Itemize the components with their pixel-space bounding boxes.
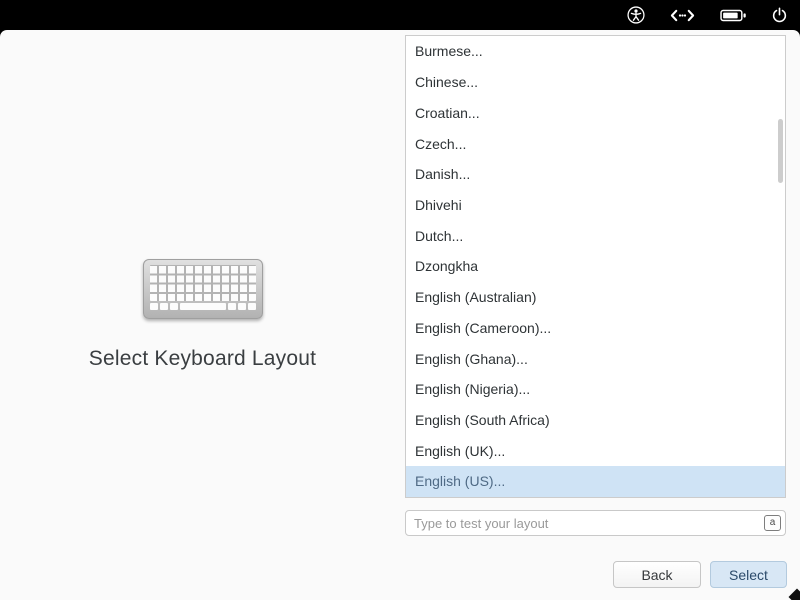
select-button[interactable]: Select bbox=[710, 561, 787, 588]
layout-list-item[interactable]: Dzongkha bbox=[406, 251, 785, 282]
keyboard-icon-keys bbox=[150, 265, 256, 301]
layout-list-item[interactable]: English (South Africa) bbox=[406, 405, 785, 436]
layout-list-item[interactable]: Chinese... bbox=[406, 67, 785, 98]
footer: Back Select bbox=[613, 561, 787, 588]
battery-icon[interactable] bbox=[720, 0, 747, 30]
test-layout-input[interactable] bbox=[405, 510, 786, 536]
layout-list-item[interactable]: English (US)... bbox=[406, 466, 785, 497]
layout-list-item[interactable]: Czech... bbox=[406, 128, 785, 159]
layout-list-item[interactable]: Burmese... bbox=[406, 36, 785, 67]
keyboard-icon-bottom-row bbox=[150, 303, 256, 310]
screen: Select Keyboard Layout Burmese...Chinese… bbox=[0, 0, 800, 600]
accessibility-icon[interactable] bbox=[627, 0, 645, 30]
mouse-cursor bbox=[789, 589, 800, 600]
right-panel: Burmese...Chinese...Croatian...Czech...D… bbox=[405, 35, 786, 536]
layout-list: Burmese...Chinese...Croatian...Czech...D… bbox=[405, 35, 786, 498]
layout-preview-button[interactable]: a bbox=[764, 515, 781, 531]
layout-list-item[interactable]: English (Cameroon)... bbox=[406, 312, 785, 343]
power-icon[interactable] bbox=[771, 0, 788, 30]
layout-list-item[interactable]: English (UK)... bbox=[406, 435, 785, 466]
arrows-horizontal-icon[interactable] bbox=[669, 0, 696, 30]
layout-list-item[interactable]: English (Australian) bbox=[406, 282, 785, 313]
left-panel: Select Keyboard Layout bbox=[0, 30, 405, 600]
letter-a-icon: a bbox=[770, 518, 776, 528]
layout-list-item[interactable]: English (Ghana)... bbox=[406, 343, 785, 374]
back-button[interactable]: Back bbox=[613, 561, 701, 588]
keyboard-icon bbox=[143, 259, 263, 319]
test-row: a bbox=[405, 510, 786, 536]
page-title: Select Keyboard Layout bbox=[89, 347, 316, 371]
top-bar bbox=[0, 0, 800, 30]
layout-list-item[interactable]: Danish... bbox=[406, 159, 785, 190]
layout-list-item[interactable]: Croatian... bbox=[406, 97, 785, 128]
layout-list-item[interactable]: Dhivehi bbox=[406, 190, 785, 221]
keyboard-layout-page: Select Keyboard Layout Burmese...Chinese… bbox=[0, 30, 800, 600]
layout-list-item[interactable]: Dutch... bbox=[406, 220, 785, 251]
scrollbar-thumb[interactable] bbox=[778, 119, 783, 183]
layout-list-item[interactable]: English (Nigeria)... bbox=[406, 374, 785, 405]
